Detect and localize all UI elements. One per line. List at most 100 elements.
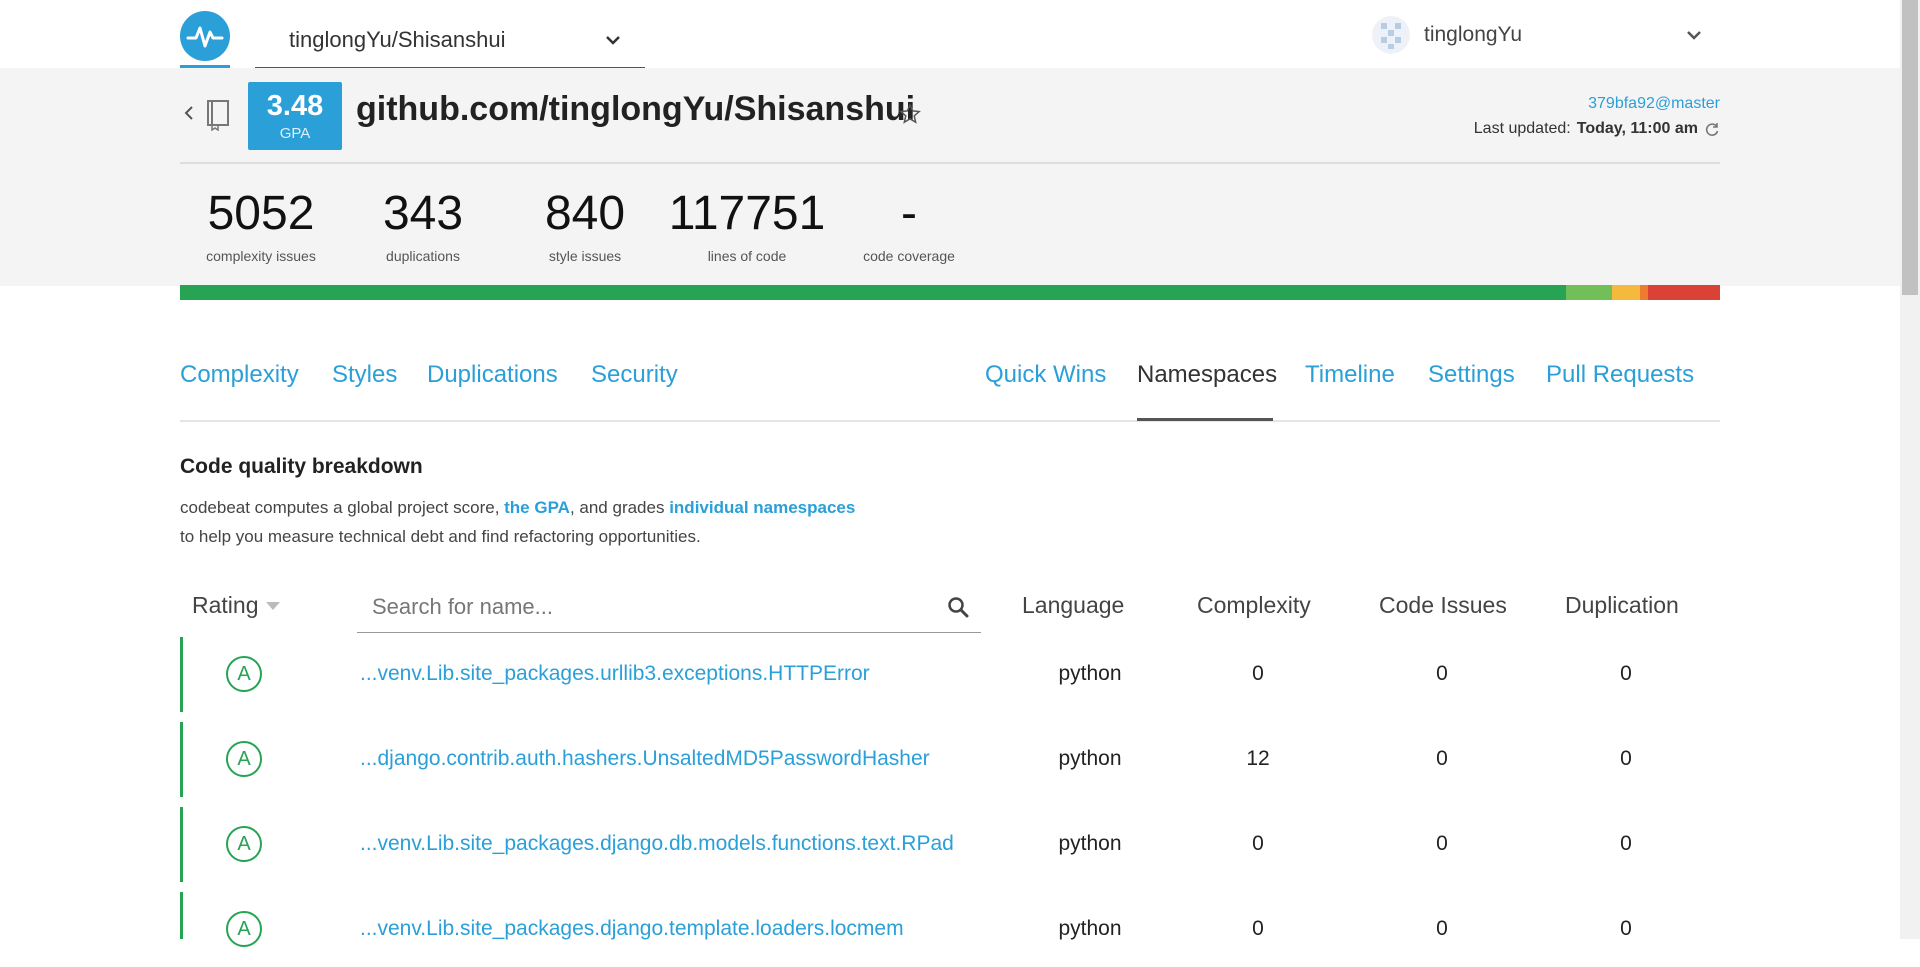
- book-icon: [207, 100, 229, 131]
- codebeat-logo[interactable]: [180, 11, 230, 61]
- language-cell: python: [1058, 662, 1122, 685]
- pulse-icon: [186, 26, 224, 48]
- language-header[interactable]: Language: [1022, 592, 1124, 619]
- last-updated: Last updated: Today, 11:00 am: [1474, 120, 1720, 138]
- header-divider: [180, 162, 1720, 164]
- gpa-label: GPA: [279, 125, 311, 142]
- namespace-link[interactable]: ...venv.Lib.site_packages.urllib3.except…: [360, 662, 870, 686]
- language-cell: python: [1058, 832, 1122, 855]
- description-text: , and grades: [569, 498, 670, 517]
- last-updated-label: Last updated:: [1473, 120, 1571, 137]
- sort-down-icon: [266, 601, 281, 610]
- description-text: to help you measure technical debt and f…: [180, 527, 701, 546]
- table-row[interactable]: A ...venv.Lib.site_packages.django.db.mo…: [180, 807, 1720, 882]
- namespace-search: [357, 582, 981, 633]
- page-scrollbar[interactable]: [1900, 0, 1920, 939]
- tab-complexity[interactable]: Complexity: [180, 361, 299, 389]
- user-menu[interactable]: tinglongYu: [1372, 14, 1702, 56]
- chevron-down-icon: [1687, 31, 1701, 40]
- grade-segment-b: [1566, 285, 1613, 300]
- stat-label: duplications: [386, 248, 460, 264]
- tab-duplications[interactable]: Duplications: [427, 361, 558, 389]
- stat-style-issues[interactable]: 840 style issues: [504, 187, 666, 265]
- stat-duplications[interactable]: 343 duplications: [342, 187, 504, 265]
- repo-selector-label: tinglongYu/Shisanshui: [289, 26, 506, 52]
- stat-value: 5052: [207, 187, 315, 240]
- namespace-link[interactable]: ...venv.Lib.site_packages.django.db.mode…: [360, 832, 954, 856]
- tab-quick-wins[interactable]: Quick Wins: [985, 361, 1106, 389]
- description-text: codebeat computes a global project score…: [180, 498, 505, 517]
- tab-settings[interactable]: Settings: [1428, 361, 1515, 389]
- avatar: [1372, 16, 1410, 54]
- search-input[interactable]: [372, 594, 947, 620]
- user-name: tinglongYu: [1424, 23, 1523, 46]
- stats-row: 5052 complexity issues 343 duplications …: [180, 187, 990, 265]
- table-row[interactable]: A ...venv.Lib.site_packages.urllib3.exce…: [180, 637, 1720, 712]
- issues-cell: 0: [1436, 747, 1448, 770]
- language-cell: python: [1058, 747, 1122, 770]
- duplication-header[interactable]: Duplication: [1565, 592, 1679, 619]
- stat-lines-of-code[interactable]: 117751 lines of code: [666, 187, 828, 265]
- stat-value: -: [901, 187, 917, 240]
- complexity-cell: 12: [1246, 747, 1270, 770]
- tab-pull-requests[interactable]: Pull Requests: [1546, 361, 1694, 389]
- grade-indicator: [180, 892, 183, 939]
- table-row[interactable]: A ...venv.Lib.site_packages.django.templ…: [180, 892, 1720, 967]
- language-cell: python: [1058, 917, 1122, 940]
- complexity-header[interactable]: Complexity: [1197, 592, 1311, 619]
- repo-selector-dropdown[interactable]: tinglongYu/Shisanshui: [255, 12, 645, 69]
- chevron-down-icon: [606, 35, 620, 45]
- grade-badge: A: [226, 656, 262, 692]
- tab-namespaces[interactable]: Namespaces: [1137, 361, 1277, 389]
- namespace-link[interactable]: ...venv.Lib.site_packages.django.templat…: [360, 917, 904, 941]
- grade-indicator: [180, 722, 183, 797]
- section-title: Code quality breakdown: [180, 455, 423, 478]
- tab-timeline[interactable]: Timeline: [1305, 361, 1395, 389]
- star-icon[interactable]: [899, 103, 921, 125]
- grade-distribution-bar: [180, 285, 1720, 300]
- issues-cell: 0: [1436, 662, 1448, 685]
- section-description: codebeat computes a global project score…: [180, 493, 855, 551]
- table-row[interactable]: A ...django.contrib.auth.hashers.Unsalte…: [180, 722, 1720, 797]
- stat-label: style issues: [548, 248, 622, 264]
- gpa-link[interactable]: the GPA: [504, 498, 570, 517]
- stat-complexity[interactable]: 5052 complexity issues: [180, 187, 342, 265]
- last-updated-value: Today, 11:00 am: [1576, 120, 1698, 137]
- duplication-cell: 0: [1620, 662, 1632, 685]
- commit-link[interactable]: 379bfa92@master: [1588, 95, 1720, 113]
- grade-segment-c: [1612, 285, 1640, 300]
- stat-code-coverage[interactable]: - code coverage: [828, 187, 990, 265]
- rating-sort-header[interactable]: Rating: [192, 592, 281, 619]
- duplication-cell: 0: [1620, 832, 1632, 855]
- duplication-cell: 0: [1620, 917, 1632, 940]
- namespace-link[interactable]: ...django.contrib.auth.hashers.UnsaltedM…: [360, 747, 930, 771]
- tab-styles[interactable]: Styles: [332, 361, 397, 389]
- refresh-icon[interactable]: [1704, 121, 1720, 137]
- chevron-left-icon[interactable]: [183, 104, 195, 122]
- scrollbar-thumb[interactable]: [1902, 0, 1918, 295]
- grade-badge: A: [226, 826, 262, 862]
- active-tab-indicator: [1137, 418, 1273, 421]
- stat-label: code coverage: [863, 248, 955, 264]
- issues-cell: 0: [1436, 917, 1448, 940]
- namespaces-link[interactable]: individual namespaces: [669, 498, 855, 517]
- grade-indicator: [180, 807, 183, 882]
- stat-value: 117751: [668, 187, 826, 240]
- grade-segment-f: [1647, 285, 1720, 300]
- page-title: github.com/tinglongYu/Shisanshui: [356, 90, 916, 128]
- grade-segment-a: [180, 285, 1566, 300]
- grade-segment-d: [1639, 285, 1648, 300]
- stat-label: complexity issues: [206, 248, 316, 264]
- tab-security[interactable]: Security: [591, 361, 678, 389]
- search-icon[interactable]: [947, 596, 969, 618]
- code-issues-header[interactable]: Code Issues: [1379, 592, 1507, 619]
- gpa-value: 3.48: [266, 90, 324, 122]
- stat-value: 343: [382, 187, 464, 240]
- stat-label: lines of code: [707, 248, 787, 264]
- grade-badge: A: [226, 911, 262, 947]
- complexity-cell: 0: [1252, 662, 1264, 685]
- issues-cell: 0: [1436, 832, 1448, 855]
- stat-value: 840: [544, 187, 626, 240]
- complexity-cell: 0: [1252, 832, 1264, 855]
- top-navigation-bar: tinglongYu/Shisanshui tinglongYu: [0, 0, 1900, 69]
